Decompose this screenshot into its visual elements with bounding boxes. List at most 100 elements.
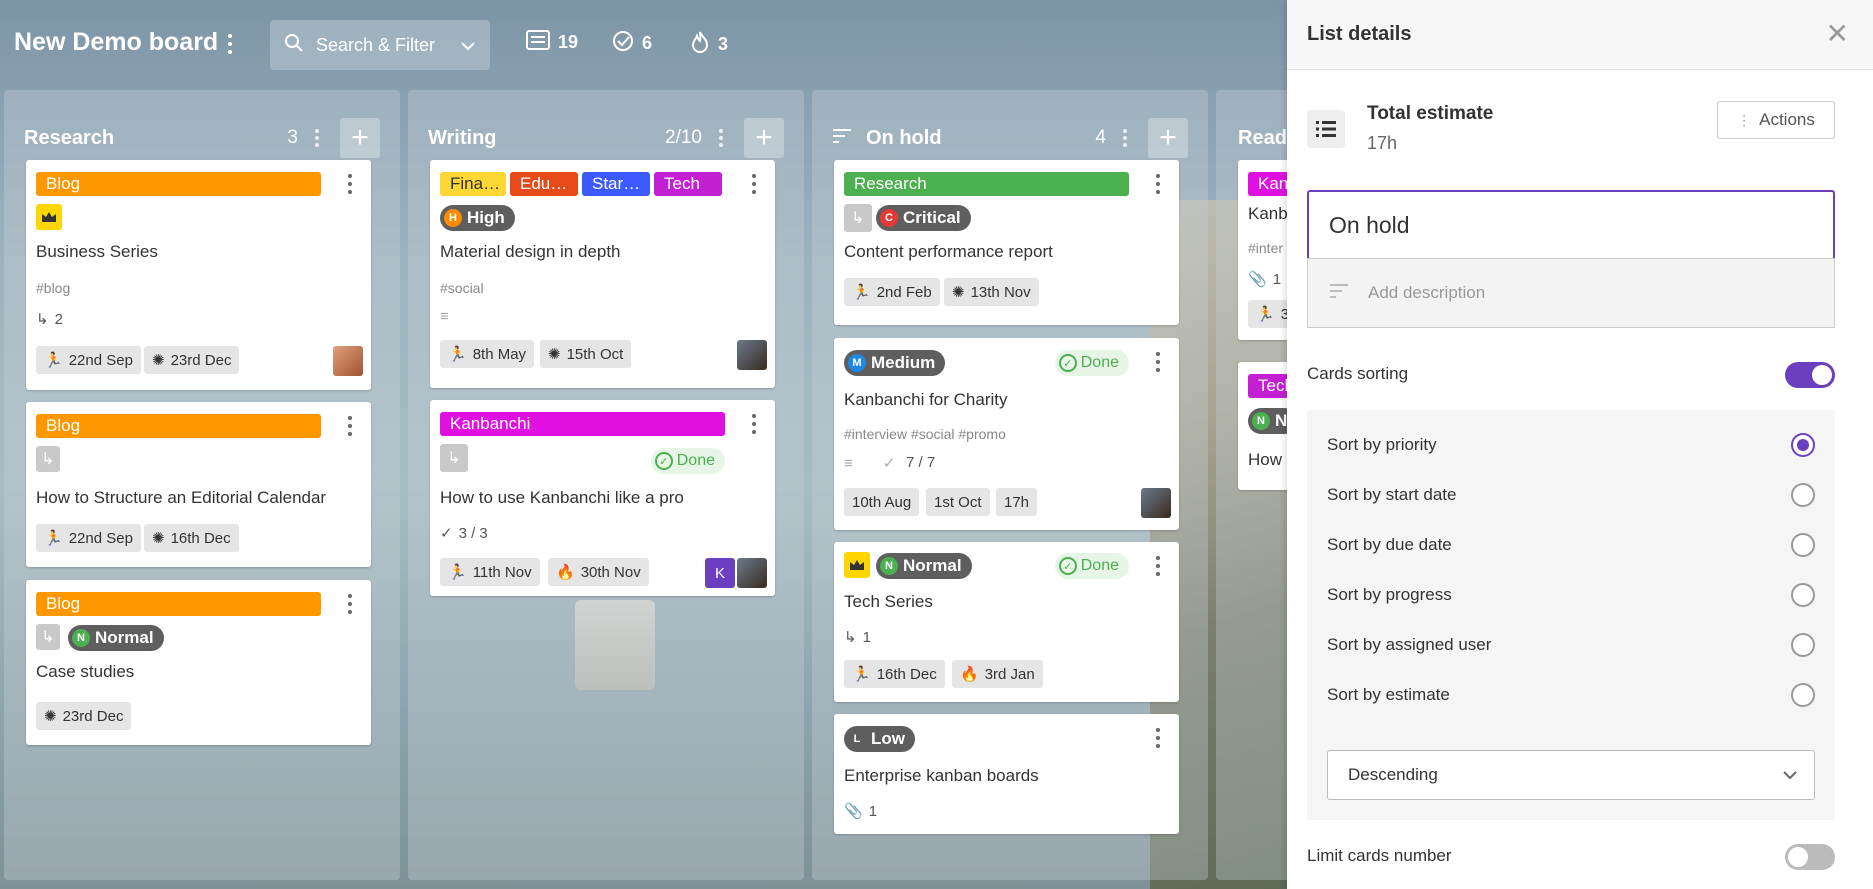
actions-button[interactable]: ⋮ Actions <box>1717 101 1835 139</box>
list-writing: Writing 2/10 + Fina… Edu… Star… Tech H Hi… <box>408 90 804 880</box>
radio-selected[interactable] <box>1791 433 1815 457</box>
priority-label: Normal <box>903 556 962 575</box>
list-name-input[interactable]: On hold <box>1307 190 1835 260</box>
card[interactable]: Blog Business Series #blog ↳ 2 🏃 22nd Sep … <box>26 160 371 390</box>
card[interactable]: Research ↳ C Critical Content performance… <box>834 160 1179 325</box>
sort-option-assigned-user[interactable]: Sort by assigned user <box>1327 630 1815 660</box>
add-card-button[interactable]: + <box>1148 118 1188 158</box>
sort-order-select[interactable]: Descending <box>1327 750 1815 800</box>
panel-header: List details <box>1287 0 1873 70</box>
attachments-meta: 📎 1 <box>844 802 877 821</box>
sort-option-start-date[interactable]: Sort by start date <box>1327 480 1815 510</box>
card-menu-icon[interactable] <box>751 414 757 434</box>
card[interactable]: N Normal ✓ Done Tech Series ↳ 1 🏃 16th Dec 🔥… <box>834 542 1179 702</box>
burning-count-stat[interactable]: 3 <box>690 30 728 59</box>
start-date: 8th May <box>472 345 527 363</box>
priority-letter: N <box>1252 412 1270 430</box>
sort-option-priority[interactable]: Sort by priority <box>1327 430 1815 460</box>
subcard-count: 1 <box>862 628 871 646</box>
check-icon: ✓ <box>1058 557 1077 575</box>
board-menu-icon[interactable] <box>220 30 240 58</box>
list-on-hold: On hold 4 + Research ↳ C Critical Content… <box>812 90 1208 880</box>
radio[interactable] <box>1791 533 1815 557</box>
done-count: 6 <box>642 33 653 53</box>
checklist-meta: ≡ ✓ <box>844 454 896 473</box>
card-menu-icon[interactable] <box>1155 556 1161 576</box>
limit-cards-label: Limit cards number <box>1307 846 1452 865</box>
tag-finance: Fina… <box>440 172 506 196</box>
card-menu-icon[interactable] <box>347 594 353 614</box>
cards-sorting-toggle[interactable] <box>1785 362 1835 388</box>
run-icon: 🏃 <box>448 564 467 581</box>
card-menu-icon[interactable] <box>1155 174 1161 194</box>
priority-badge: N Normal <box>876 553 972 579</box>
actions-label: Actions <box>1759 110 1815 129</box>
card[interactable]: Fina… Edu… Star… Tech H High Material des… <box>430 160 775 388</box>
card[interactable]: Blog ↳ How to Structure an Editorial Cal… <box>26 402 371 567</box>
list-menu-icon[interactable] <box>310 127 324 149</box>
avatar[interactable] <box>333 346 363 376</box>
start-date: 16th Dec <box>876 665 937 683</box>
list-research: Research 3 + Blog Business Series #blog … <box>4 90 400 880</box>
card-title: How to Structure an Editorial Calendar <box>36 488 327 507</box>
card-menu-icon[interactable] <box>347 416 353 436</box>
done-label: Done <box>1080 354 1119 371</box>
done-badge: ✓ Done <box>1054 350 1129 376</box>
priority-letter: L <box>848 730 866 748</box>
due-date: 23rd Dec <box>62 707 124 725</box>
subcard-arrow-icon: ↳ <box>844 629 857 646</box>
subcard-icon: ↳ <box>844 204 872 232</box>
card-menu-icon[interactable] <box>1155 352 1161 372</box>
description-field[interactable]: Add description <box>1307 258 1835 328</box>
tag-startup: Star… <box>582 172 650 196</box>
sort-option-estimate[interactable]: Sort by estimate <box>1327 680 1815 710</box>
start-date-chip: 🏃 11th Nov <box>440 558 540 586</box>
avatar[interactable]: K <box>705 558 735 588</box>
avatar[interactable] <box>1141 488 1171 518</box>
done-label: Done <box>676 452 715 469</box>
subcard-arrow-icon: ↳ <box>36 311 49 328</box>
card[interactable]: Kanbanchi ↳ ✓ Done How to use Kanbanchi l… <box>430 400 775 596</box>
check-circle-icon <box>612 30 634 57</box>
due-date-chip: ✺ 23rd Dec <box>144 346 240 374</box>
close-icon[interactable]: ✕ <box>1826 20 1849 48</box>
card[interactable]: L Low Enterprise kanban boards 📎 1 <box>834 714 1179 834</box>
sort-option-due-date[interactable]: Sort by due date <box>1327 530 1815 560</box>
due-date: 1st Oct <box>934 493 982 511</box>
subcard-icon: ↳ <box>440 444 468 472</box>
card-menu-icon[interactable] <box>751 174 757 194</box>
done-count-stat[interactable]: 6 <box>612 30 652 57</box>
sort-option-progress[interactable]: Sort by progress <box>1327 580 1815 610</box>
avatar[interactable] <box>737 558 767 588</box>
start-date-chip: 🏃 8th May <box>440 340 535 368</box>
cards-count-stat[interactable]: 19 <box>526 30 578 55</box>
limit-cards-toggle[interactable] <box>1785 844 1835 870</box>
card-menu-icon[interactable] <box>347 174 353 194</box>
card[interactable]: M Medium ✓ Done Kanbanchi for Charity #int… <box>834 338 1179 530</box>
radio[interactable] <box>1791 633 1815 657</box>
check-icon: ✓ <box>882 455 896 472</box>
sort-options-panel: Sort by priority Sort by start date Sort… <box>1307 410 1835 820</box>
radio[interactable] <box>1791 683 1815 707</box>
list-title[interactable]: On hold <box>866 127 942 150</box>
avatar[interactable] <box>737 340 767 370</box>
start-date: 22nd Sep <box>68 529 133 547</box>
list-menu-icon[interactable] <box>1118 127 1132 149</box>
list-title[interactable]: Writing <box>428 127 497 150</box>
list-menu-icon[interactable] <box>714 127 728 149</box>
board-title[interactable]: New Demo board <box>14 28 218 57</box>
radio[interactable] <box>1791 483 1815 507</box>
run-icon: 🏃 <box>852 284 871 301</box>
list-title[interactable]: Research <box>24 127 114 150</box>
card-menu-icon[interactable] <box>1155 728 1161 748</box>
add-card-button[interactable]: + <box>744 118 784 158</box>
radio[interactable] <box>1791 583 1815 607</box>
chevron-down-icon <box>460 35 476 56</box>
add-card-button[interactable]: + <box>340 118 380 158</box>
due-date: 13th Nov <box>970 283 1031 301</box>
board-topbar: New Demo board Search & Filter 19 6 3 <box>0 0 1287 88</box>
done-label: Done <box>1080 557 1119 574</box>
card[interactable]: Blog ↳ N Normal Case studies ✺ 23rd Dec <box>26 580 371 745</box>
tag-blog: Blog <box>36 172 321 196</box>
search-filter-button[interactable]: Search & Filter <box>270 20 490 70</box>
